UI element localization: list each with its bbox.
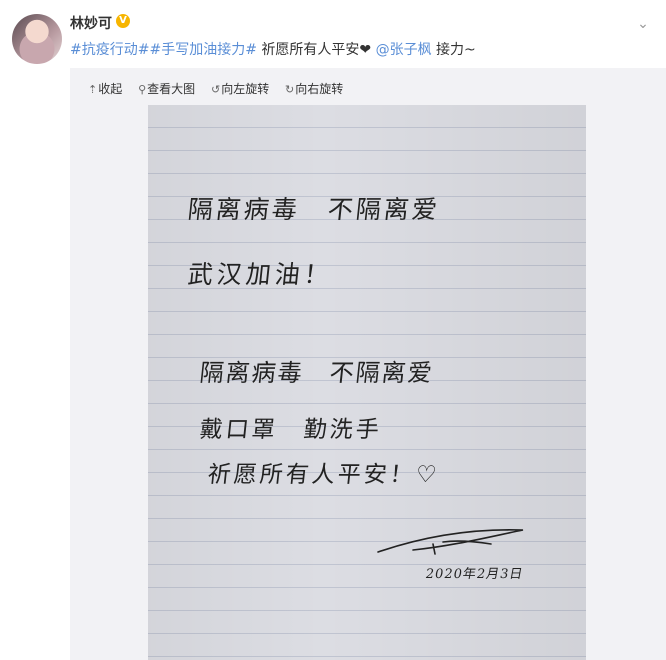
mention-link[interactable]: @张子枫: [376, 42, 432, 58]
avatar[interactable]: [12, 14, 62, 64]
rotate-right-button[interactable]: ↻向右旋转: [285, 82, 343, 96]
hashtag-link[interactable]: #手写加油接力#: [149, 42, 256, 58]
signature-scribble: [377, 528, 524, 555]
handwriting-line: 隔离病毒 不隔离爱: [198, 359, 436, 387]
heart-icon: ❤: [359, 42, 372, 58]
handwriting-date: 2020年2月3日: [424, 567, 525, 582]
handwriting-line: 隔离病毒 不隔离爱: [186, 195, 442, 224]
magnifier-icon: ⚲: [138, 83, 147, 96]
rotate-right-label: 向右旋转: [295, 82, 344, 96]
image-toolbar: ⇡收起 ⚲查看大图 ↺向左旋转 ↻向右旋转: [88, 80, 355, 97]
post-tail-text: 接力~: [431, 42, 476, 58]
post-body-text: 祈愿所有人平安: [256, 42, 360, 58]
view-large-label: 查看大图: [147, 82, 196, 96]
handwriting-line: 戴口罩 勤洗手: [198, 417, 384, 443]
verified-badge-icon: V: [116, 14, 130, 28]
collapse-label: 收起: [98, 82, 123, 96]
post-text: #抗疫行动##手写加油接力# 祈愿所有人平安❤ @张子枫 接力~: [70, 40, 476, 60]
view-large-button[interactable]: ⚲查看大图: [138, 82, 195, 96]
collapse-icon: ⇡: [88, 83, 98, 96]
username[interactable]: 林妙可: [70, 13, 112, 33]
collapse-button[interactable]: ⇡收起: [88, 82, 122, 96]
rotate-left-label: 向左旋转: [221, 82, 270, 96]
handwriting-line: 武汉加油！: [186, 260, 335, 289]
hashtag-link[interactable]: #抗疫行动#: [70, 42, 149, 58]
rotate-right-icon: ↻: [285, 83, 295, 96]
handwritten-note-image[interactable]: 隔离病毒 不隔离爱 武汉加油！ 隔离病毒 不隔离爱 戴口罩 勤洗手 祈愿所有人平…: [148, 105, 586, 660]
chevron-down-icon[interactable]: ⌄: [634, 15, 652, 33]
rotate-left-icon: ↺: [210, 83, 221, 96]
rotate-left-button[interactable]: ↺向左旋转: [211, 82, 269, 96]
handwriting-line: 祈愿所有人平安！♡: [206, 462, 441, 488]
